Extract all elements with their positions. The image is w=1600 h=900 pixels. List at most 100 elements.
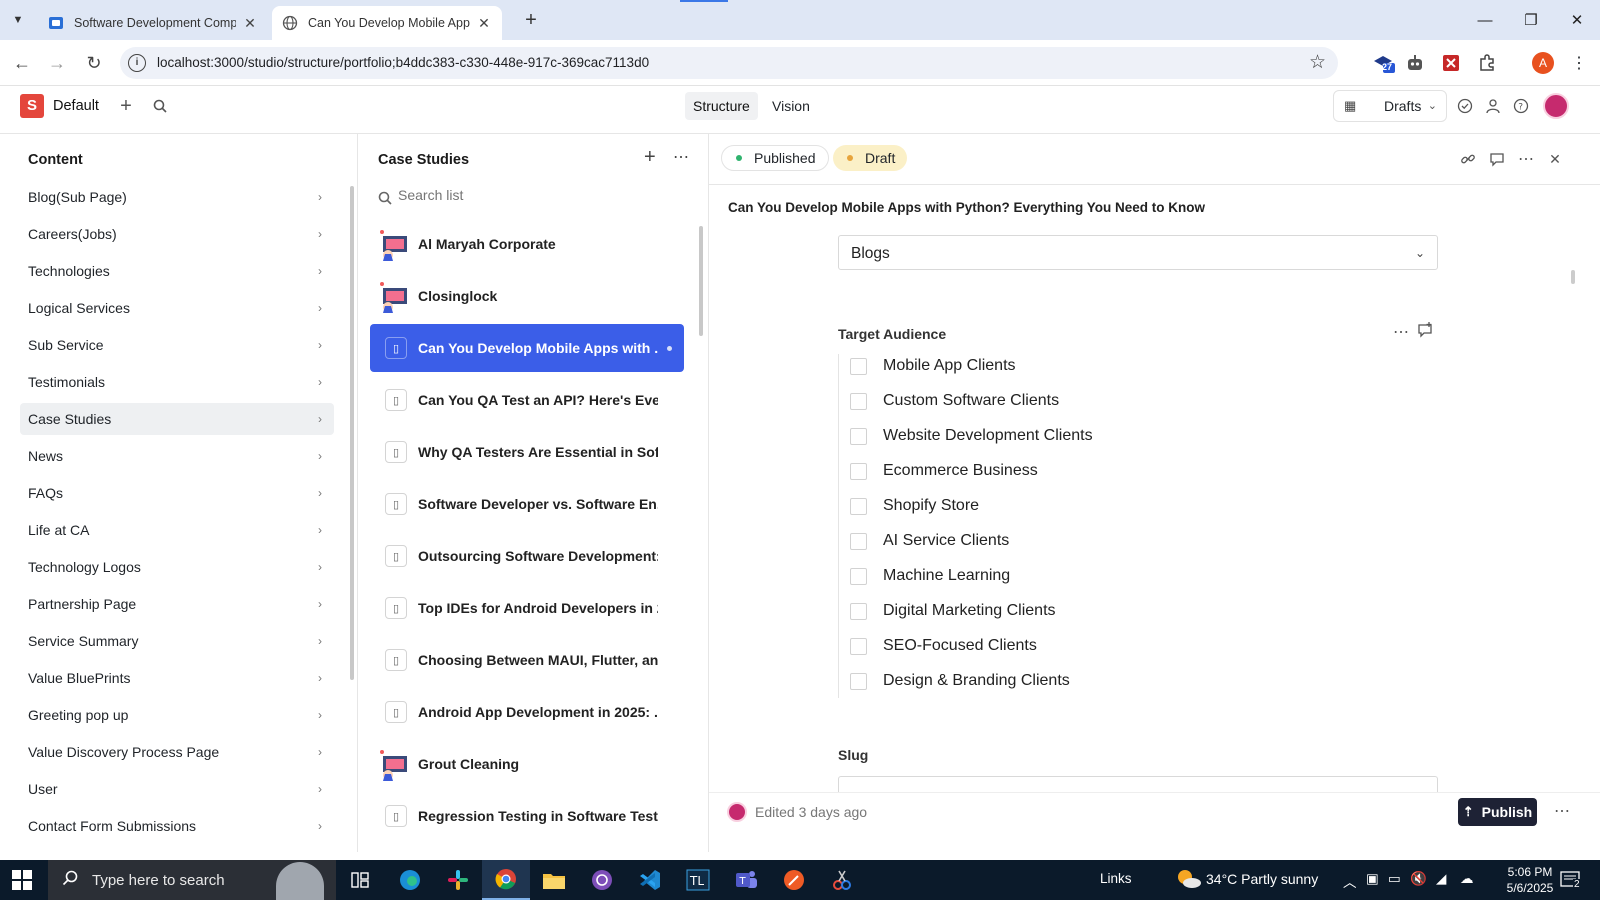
edge-browser-icon[interactable] — [386, 860, 434, 900]
profile-avatar[interactable]: A — [1532, 52, 1554, 74]
comment-icon[interactable] — [1486, 148, 1508, 170]
content-item-value-discovery[interactable]: Value Discovery Process Page › — [20, 736, 334, 768]
content-item-service-summary[interactable]: Service Summary › — [20, 625, 334, 657]
system-clock[interactable]: 5:06 PM 5/6/2025 — [1500, 864, 1560, 896]
onedrive-cloud-icon[interactable]: ☁ — [1460, 871, 1474, 887]
checkbox-box[interactable] — [850, 637, 867, 655]
list-item[interactable]: ▯ Can You QA Test an API? Here's Ever... — [370, 376, 684, 424]
windows-start-icon[interactable] — [12, 870, 32, 890]
checkbox-box[interactable] — [850, 567, 867, 585]
tab-vision[interactable]: Vision — [764, 92, 818, 120]
checkbox-box[interactable] — [850, 427, 867, 445]
checkbox-box[interactable] — [850, 672, 867, 690]
content-item-testimonials[interactable]: Testimonials › — [20, 366, 334, 398]
content-item-careers[interactable]: Careers(Jobs) › — [20, 218, 334, 250]
workspace-name[interactable]: Default — [53, 98, 99, 114]
battery-icon[interactable]: ▭ — [1388, 871, 1401, 887]
weather-icon[interactable] — [1176, 868, 1202, 893]
teams-icon[interactable]: T — [722, 860, 770, 900]
tab-search-button[interactable]: ▼ — [6, 8, 30, 32]
github-desktop-icon[interactable] — [578, 860, 626, 900]
content-item-user[interactable]: User › — [20, 773, 334, 805]
content-item-logical-services[interactable]: Logical Services › — [20, 292, 334, 324]
close-pane-icon[interactable]: ✕ — [1544, 148, 1566, 170]
list-item[interactable]: ▯ Android App Development in 2025: ... — [370, 688, 684, 736]
weather-text[interactable]: 34°C Partly sunny — [1206, 871, 1318, 887]
link-icon[interactable] — [1457, 148, 1479, 170]
audience-checkbox[interactable]: Mobile App Clients — [850, 351, 1016, 381]
tab-structure[interactable]: Structure — [685, 92, 758, 120]
content-item-value-blueprints[interactable]: Value BluePrints › — [20, 662, 334, 694]
checkbox-box[interactable] — [850, 532, 867, 550]
browser-tab[interactable]: Software Development Compar ✕ — [38, 6, 268, 40]
slack-icon[interactable] — [434, 860, 482, 900]
close-window-button[interactable]: ✕ — [1554, 0, 1600, 40]
browser-tab-active[interactable]: Can You Develop Mobile Apps w ✕ — [272, 6, 502, 40]
draft-status-badge[interactable]: Draft — [833, 145, 908, 171]
content-item-faqs[interactable]: FAQs › — [20, 477, 334, 509]
field-menu-icon[interactable]: ⋯ — [1393, 322, 1409, 342]
links-toolbar[interactable]: Links — [1100, 871, 1132, 886]
back-button[interactable]: ← — [7, 48, 37, 78]
audience-checkbox[interactable]: AI Service Clients — [850, 526, 1009, 556]
content-item-technologies[interactable]: Technologies › — [20, 255, 334, 287]
list-item[interactable]: ▯ Top IDEs for Android Developers in 2..… — [370, 584, 684, 632]
checkbox-box[interactable] — [850, 602, 867, 620]
bookmark-star-icon[interactable]: ☆ — [1309, 51, 1326, 74]
add-comment-icon[interactable] — [1417, 322, 1433, 341]
more-options-icon[interactable]: ⋯ — [673, 147, 689, 167]
publish-button[interactable]: ⇡ Publish — [1458, 798, 1537, 826]
list-search-field[interactable] — [376, 184, 686, 212]
list-item[interactable]: ▯ Why QA Testers Are Essential in Soft..… — [370, 428, 684, 476]
list-item[interactable]: Closinglock — [370, 272, 684, 320]
new-tab-button[interactable]: + — [518, 8, 544, 34]
checkbox-box[interactable] — [850, 357, 867, 375]
audience-checkbox[interactable]: Design & Branding Clients — [850, 666, 1070, 696]
audience-checkbox[interactable]: Machine Learning — [850, 561, 1010, 591]
content-item-greeting-popup[interactable]: Greeting pop up › — [20, 699, 334, 731]
content-item-sub-service[interactable]: Sub Service › — [20, 329, 334, 361]
published-status-badge[interactable]: Published — [721, 145, 829, 171]
list-item[interactable]: ▯ Choosing Between MAUI, Flutter, an... — [370, 636, 684, 684]
search-input[interactable] — [398, 187, 678, 203]
list-item[interactable]: ▯ Outsourcing Software Development: ... — [370, 532, 684, 580]
list-item[interactable]: Al Maryah Corporate — [370, 220, 684, 268]
content-item-blog[interactable]: Blog(Sub Page) › — [20, 181, 334, 213]
audience-checkbox[interactable]: Custom Software Clients — [850, 386, 1059, 416]
tl-app-icon[interactable]: TL — [674, 860, 722, 900]
category-select[interactable]: Blogs ⌄ — [838, 235, 1438, 270]
snipping-tool-icon[interactable] — [818, 860, 866, 900]
restore-window-button[interactable]: ❐ — [1508, 0, 1554, 40]
content-item-contact-form[interactable]: Contact Form Submissions › — [20, 810, 334, 842]
content-item-case-studies[interactable]: Case Studies › — [20, 403, 334, 435]
minimize-window-button[interactable]: — — [1462, 0, 1508, 40]
close-tab-icon[interactable]: ✕ — [476, 15, 492, 32]
list-item[interactable]: Grout Cleaning — [370, 740, 684, 788]
slug-input[interactable] — [838, 776, 1438, 792]
list-item[interactable]: ▯ Software Developer vs. Software En... — [370, 480, 684, 528]
postman-icon[interactable] — [770, 860, 818, 900]
site-info-icon[interactable]: i — [128, 54, 146, 72]
audience-checkbox[interactable]: Website Development Clients — [850, 421, 1093, 451]
taskbar-search[interactable]: Type here to search — [48, 860, 336, 900]
close-tab-icon[interactable]: ✕ — [242, 15, 258, 32]
extensions-puzzle-icon[interactable] — [1474, 50, 1500, 76]
task-view-icon[interactable] — [336, 860, 384, 900]
browser-menu-icon[interactable]: ⋮ — [1566, 50, 1592, 76]
help-icon[interactable]: ? — [1509, 94, 1533, 118]
list-item-selected[interactable]: ▯ Can You Develop Mobile Apps with ... — [370, 324, 684, 372]
notification-center-icon[interactable]: 2 — [1560, 870, 1582, 890]
checkbox-box[interactable] — [850, 462, 867, 480]
user-presence-icon[interactable] — [1481, 94, 1505, 118]
checkbox-box[interactable] — [850, 392, 867, 410]
extension-robot-icon[interactable] — [1402, 50, 1428, 76]
checkbox-box[interactable] — [850, 497, 867, 515]
list-item[interactable]: ▯ Regression Testing in Software Testi..… — [370, 792, 684, 840]
audience-checkbox[interactable]: Digital Marketing Clients — [850, 596, 1056, 626]
extension-icon[interactable]: 27 — [1370, 50, 1396, 76]
forward-button[interactable]: → — [42, 48, 72, 78]
chrome-icon[interactable] — [482, 860, 530, 900]
list-pane-scrollbar[interactable] — [699, 226, 703, 336]
audience-checkbox[interactable]: Ecommerce Business — [850, 456, 1038, 486]
extension-red-icon[interactable] — [1438, 50, 1464, 76]
